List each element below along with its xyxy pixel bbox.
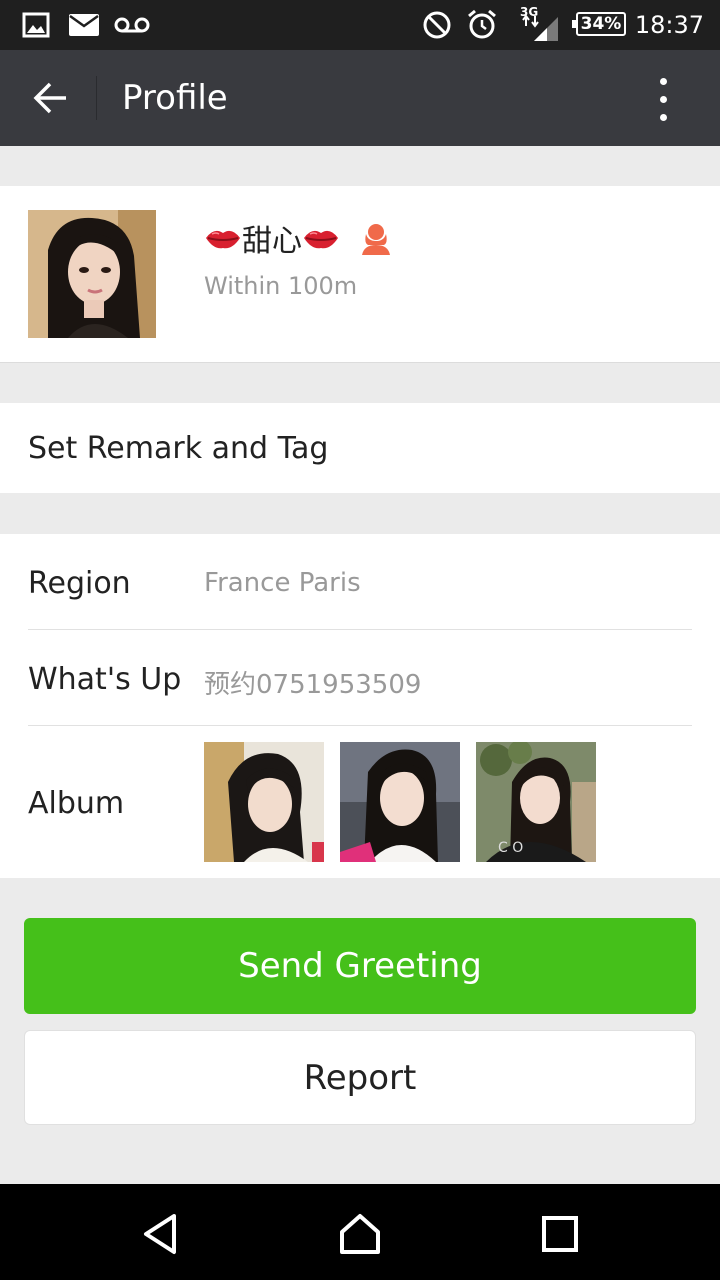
female-gender-icon [362,224,390,255]
whats-up-label: What's Up [28,662,182,697]
home-icon[interactable] [336,1210,384,1258]
album-photo[interactable]: C O [476,742,596,862]
whats-up-value: 预约0751953509 [204,670,422,700]
more-dot-icon [660,78,667,85]
lips-icon [304,230,338,249]
back-button[interactable] [14,68,84,128]
set-remark-label: Set Remark and Tag [28,431,329,466]
profile-header: 甜心 Within 100m [0,186,720,363]
region-row: Region France Paris [28,534,692,630]
lips-icon [206,230,240,249]
voicemail-icon [114,17,150,33]
more-options-button[interactable] [640,70,688,130]
status-bar: 3G 34% 18:37 [0,0,720,50]
send-greeting-button[interactable]: Send Greeting [24,918,696,1014]
report-button[interactable]: Report [24,1030,696,1125]
profile-name-text: 甜心 [242,224,302,259]
status-time: 18:37 [634,11,704,39]
battery-indicator: 34% [572,12,626,36]
album-label: Album [28,786,125,821]
more-dot-icon [660,114,667,121]
row-divider [28,725,692,726]
app-bar: Profile [0,50,720,146]
album-photo[interactable] [204,742,324,862]
region-label: Region [28,566,131,601]
avatar[interactable] [28,210,156,338]
page-title: Profile [122,78,228,118]
more-dot-icon [660,96,667,103]
region-value: France Paris [204,568,361,598]
appbar-divider [96,76,97,120]
set-remark-row[interactable]: Set Remark and Tag [0,403,720,493]
whats-up-row: What's Up 预约0751953509 [28,630,692,726]
image-icon [22,12,50,38]
album-photo[interactable] [340,742,460,862]
svg-text:C O: C O [498,840,523,856]
alarm-icon [468,9,496,39]
system-navigation-bar [0,1184,720,1280]
distance-label: Within 100m [204,272,358,300]
do-not-disturb-icon [423,11,451,39]
profile-name: 甜心 [204,216,394,260]
recent-apps-icon[interactable] [536,1210,584,1258]
mail-icon [69,14,99,36]
back-arrow-icon [33,82,66,114]
signal-icon [522,14,558,41]
back-triangle-icon[interactable] [136,1210,184,1258]
info-section: Region France Paris What's Up 预约07519535… [0,534,720,878]
